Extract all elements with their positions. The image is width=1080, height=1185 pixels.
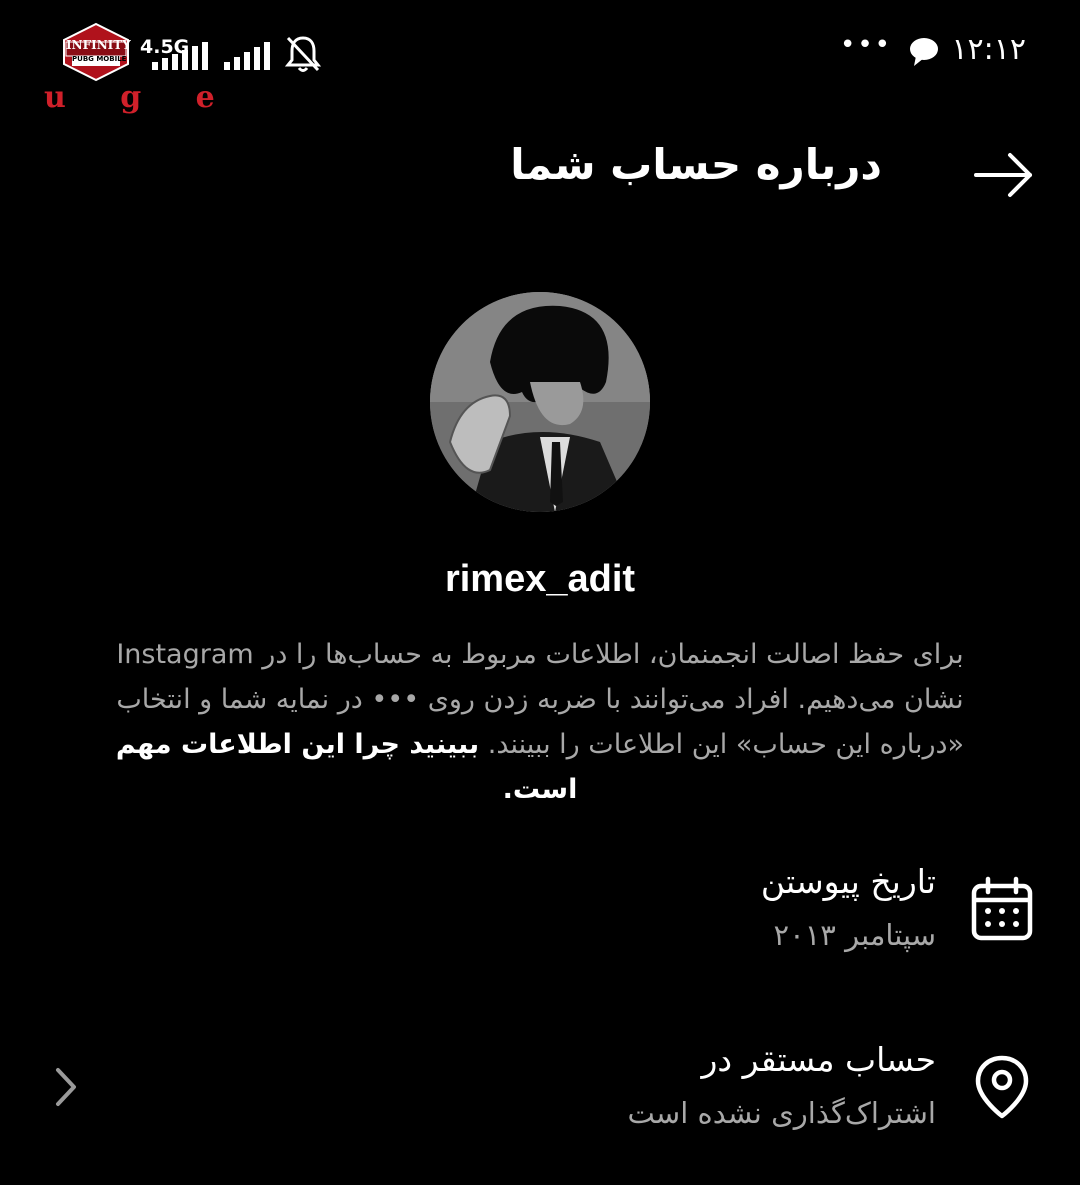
account-description: برای حفظ اصالت انجمنمان، اطلاعات مربوط ب… [80, 632, 1000, 812]
message-icon [908, 36, 940, 72]
page-title: درباره حساب شما [510, 140, 882, 189]
username: rimex_adit [444, 558, 636, 600]
more-dots-icon: ••• [839, 30, 892, 60]
description-line-2: نشان می‌دهیم. افراد می‌توانند با ضربه زد… [116, 684, 964, 715]
location-pin-icon [974, 1054, 1030, 1124]
calendar-icon [970, 876, 1034, 946]
description-line-3: «درباره این حساب» این اطلاعات را ببینند.… [80, 722, 1000, 812]
date-joined-value: سپتامبر ۲۰۱۳ [773, 918, 936, 952]
account-based-in-label: حساب مستقر در [701, 1040, 936, 1079]
description-line-3-text: «درباره این حساب» این اطلاعات را ببینند. [479, 729, 965, 760]
arrow-right-icon[interactable] [972, 150, 1036, 204]
description-line-1: برای حفظ اصالت انجمنمان، اطلاعات مربوط ب… [116, 639, 964, 670]
signal-icon [224, 42, 274, 74]
avatar [430, 292, 650, 512]
account-based-in-value: اشتراک‌گذاری نشده است [627, 1096, 936, 1130]
bell-muted-icon [284, 34, 322, 78]
logo-subtext: PUBG MOBILE [72, 55, 127, 63]
date-joined-label: تاریخ پیوستن [760, 862, 936, 901]
signal-icon [152, 42, 214, 74]
infinity-pubg-logo [60, 22, 132, 82]
chevron-left-icon[interactable] [52, 1066, 80, 1112]
status-time: ۱۲:۱۲ [951, 32, 1026, 67]
overlay-letters: u g e [44, 80, 237, 115]
logo-text: INFINITY [66, 38, 131, 52]
